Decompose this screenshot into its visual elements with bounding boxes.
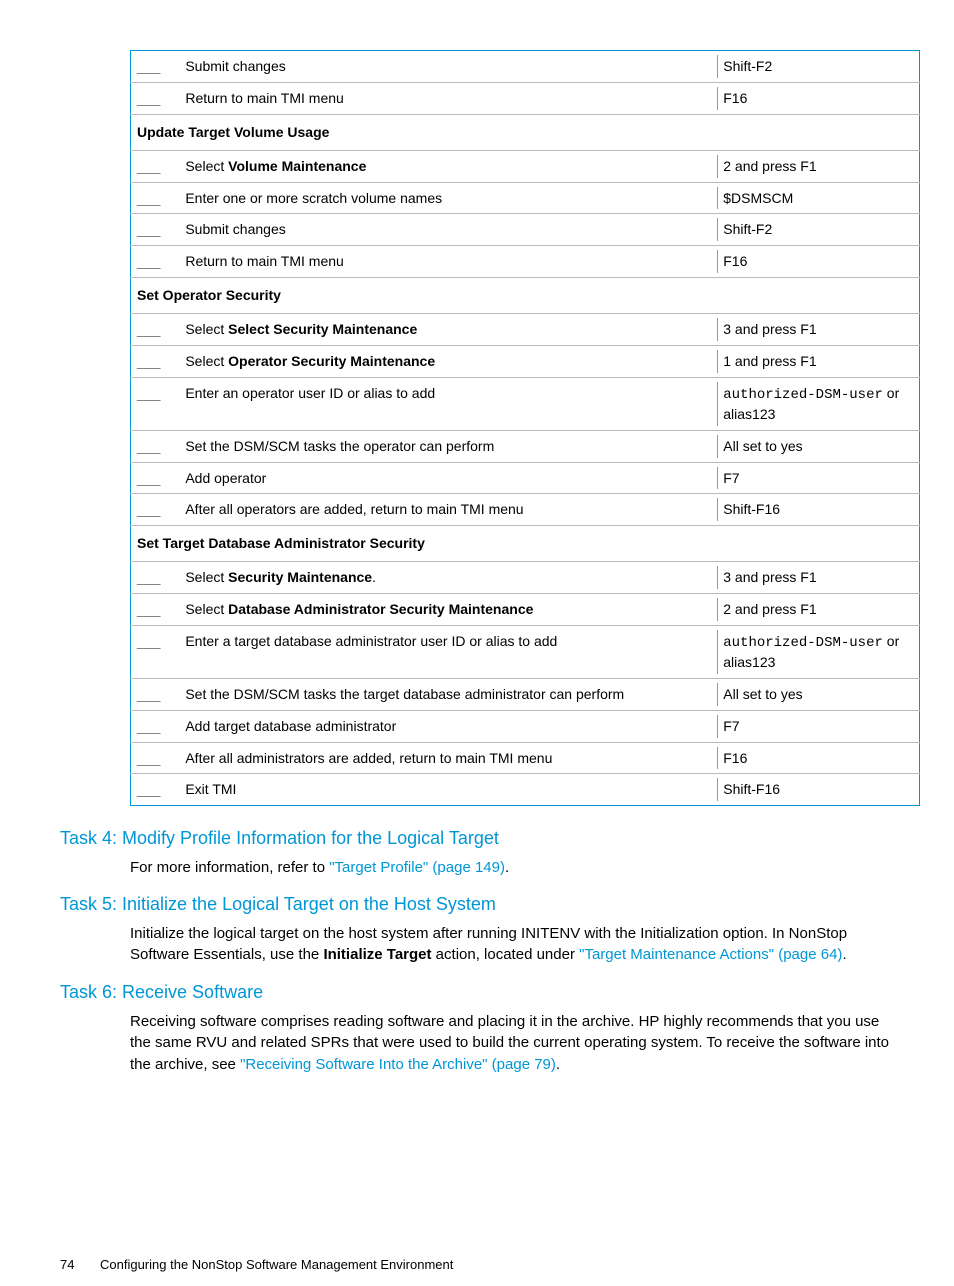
step-value: Shift-F16 (717, 774, 919, 806)
task5-heading: Task 5: Initialize the Logical Target on… (60, 892, 894, 916)
step-value: All set to yes (717, 678, 919, 710)
step-value: 1 and press F1 (717, 346, 919, 378)
step-text: Exit TMI (179, 774, 717, 806)
step-text: Submit changes (179, 214, 717, 246)
checkbox-blank: ___ (131, 314, 180, 346)
step-value: Shift-F2 (717, 214, 919, 246)
checkbox-blank: ___ (131, 710, 180, 742)
step-value: $DSMSCM (717, 182, 919, 214)
step-text: Enter a target database administrator us… (179, 626, 717, 679)
task5-link[interactable]: "Target Maintenance Actions" (page 64) (579, 946, 842, 963)
section-header: Set Target Database Administrator Securi… (131, 526, 920, 562)
step-text: Enter one or more scratch volume names (179, 182, 717, 214)
step-value: authorized-DSM-user or alias123 (717, 377, 919, 430)
step-text: After all operators are added, return to… (179, 494, 717, 526)
task4-body: For more information, refer to "Target P… (130, 857, 894, 879)
checkbox-blank: ___ (131, 214, 180, 246)
step-text: Add target database administrator (179, 710, 717, 742)
checkbox-blank: ___ (131, 346, 180, 378)
step-value: All set to yes (717, 430, 919, 462)
step-value: 3 and press F1 (717, 314, 919, 346)
checkbox-blank: ___ (131, 742, 180, 774)
section-header: Set Operator Security (131, 278, 920, 314)
step-value: Shift-F16 (717, 494, 919, 526)
checkbox-blank: ___ (131, 150, 180, 182)
checkbox-blank: ___ (131, 626, 180, 679)
step-text: Submit changes (179, 51, 717, 83)
step-value: F16 (717, 246, 919, 278)
task6-body: Receiving software comprises reading sof… (130, 1011, 894, 1076)
step-text: Return to main TMI menu (179, 82, 717, 114)
section-header: Update Target Volume Usage (131, 114, 920, 150)
task4-heading: Task 4: Modify Profile Information for t… (60, 826, 894, 850)
checkbox-blank: ___ (131, 377, 180, 430)
checkbox-blank: ___ (131, 774, 180, 806)
step-value: authorized-DSM-user or alias123 (717, 626, 919, 679)
step-value: Shift-F2 (717, 51, 919, 83)
step-text: Select Select Security Maintenance (179, 314, 717, 346)
procedure-table: ___Submit changesShift-F2___Return to ma… (130, 50, 920, 806)
checkbox-blank: ___ (131, 51, 180, 83)
step-text: Set the DSM/SCM tasks the target databas… (179, 678, 717, 710)
step-value: F16 (717, 742, 919, 774)
checkbox-blank: ___ (131, 246, 180, 278)
checkbox-blank: ___ (131, 678, 180, 710)
step-text: Select Operator Security Maintenance (179, 346, 717, 378)
checkbox-blank: ___ (131, 182, 180, 214)
step-text: Enter an operator user ID or alias to ad… (179, 377, 717, 430)
checkbox-blank: ___ (131, 562, 180, 594)
task6-link[interactable]: "Receiving Software Into the Archive" (p… (240, 1056, 556, 1073)
checkbox-blank: ___ (131, 430, 180, 462)
checkbox-blank: ___ (131, 462, 180, 494)
step-text: Add operator (179, 462, 717, 494)
step-text: After all administrators are added, retu… (179, 742, 717, 774)
checkbox-blank: ___ (131, 494, 180, 526)
step-value: 2 and press F1 (717, 150, 919, 182)
step-text: Select Volume Maintenance (179, 150, 717, 182)
step-value: 2 and press F1 (717, 594, 919, 626)
step-value: 3 and press F1 (717, 562, 919, 594)
step-text: Select Database Administrator Security M… (179, 594, 717, 626)
step-text: Return to main TMI menu (179, 246, 717, 278)
step-text: Set the DSM/SCM tasks the operator can p… (179, 430, 717, 462)
checkbox-blank: ___ (131, 82, 180, 114)
checkbox-blank: ___ (131, 594, 180, 626)
step-text: Select Security Maintenance. (179, 562, 717, 594)
task5-body: Initialize the logical target on the hos… (130, 923, 894, 967)
task6-heading: Task 6: Receive Software (60, 980, 894, 1004)
task4-link[interactable]: "Target Profile" (page 149) (329, 859, 505, 876)
step-value: F7 (717, 462, 919, 494)
step-value: F16 (717, 82, 919, 114)
step-value: F7 (717, 710, 919, 742)
